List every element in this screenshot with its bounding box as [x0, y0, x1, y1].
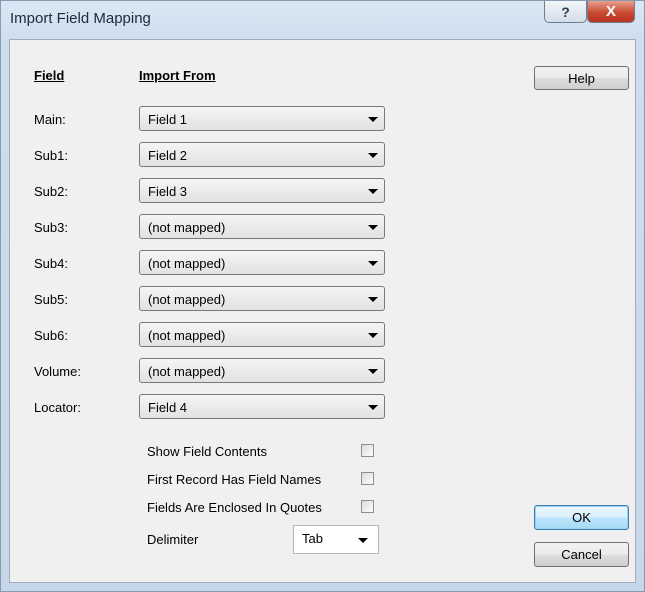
dropdown-arrow-icon	[368, 153, 378, 158]
show-field-contents-checkbox[interactable]	[361, 444, 374, 457]
sub3-label: Sub3:	[34, 220, 68, 235]
dialog-title: Import Field Mapping	[10, 10, 151, 27]
sub5-combo-value: (not mapped)	[148, 292, 226, 307]
sub2-combo[interactable]: Field 3	[139, 178, 385, 203]
locator-label: Locator:	[34, 400, 81, 415]
dropdown-arrow-icon	[368, 333, 378, 338]
volume-label: Volume:	[34, 364, 81, 379]
close-button[interactable]: X	[587, 1, 635, 23]
dropdown-arrow-icon	[368, 369, 378, 374]
sub2-combo-value: Field 3	[148, 184, 188, 199]
delimiter-combo-value: Tab	[302, 531, 323, 546]
volume-combo-value: (not mapped)	[148, 364, 226, 379]
dropdown-arrow-icon	[368, 117, 378, 122]
cancel-button[interactable]: Cancel	[534, 542, 629, 567]
main-combo-value: Field 1	[148, 112, 188, 127]
sub5-combo[interactable]: (not mapped)	[139, 286, 385, 311]
dropdown-arrow-icon	[368, 261, 378, 266]
sub3-combo[interactable]: (not mapped)	[139, 214, 385, 239]
question-mark-icon: ?	[561, 3, 570, 20]
sub5-label: Sub5:	[34, 292, 68, 307]
close-icon: X	[605, 3, 616, 20]
dropdown-arrow-icon	[368, 297, 378, 302]
title-bar: Import Field Mapping ? X	[1, 1, 644, 39]
sub6-combo-value: (not mapped)	[148, 328, 226, 343]
import-from-column-header: Import From	[139, 68, 216, 83]
import-field-mapping-dialog: Import Field Mapping ? X Field Import Fr…	[0, 0, 645, 592]
delimiter-combo[interactable]: Tab	[293, 525, 379, 554]
sub1-combo[interactable]: Field 2	[139, 142, 385, 167]
sub1-label: Sub1:	[34, 148, 68, 163]
main-combo[interactable]: Field 1	[139, 106, 385, 131]
ok-button[interactable]: OK	[534, 505, 629, 530]
first-record-has-field-names-label: First Record Has Field Names	[147, 472, 322, 487]
fields-enclosed-in-quotes-checkbox[interactable]	[361, 500, 374, 513]
fields-enclosed-in-quotes-label: Fields Are Enclosed In Quotes	[147, 500, 322, 515]
main-label: Main:	[34, 112, 66, 127]
sub4-combo-value: (not mapped)	[148, 256, 226, 271]
delimiter-label: Delimiter	[147, 532, 199, 547]
field-column-header: Field	[34, 68, 65, 83]
dropdown-arrow-icon	[368, 189, 378, 194]
sub2-label: Sub2:	[34, 184, 68, 199]
locator-combo[interactable]: Field 4	[139, 394, 385, 419]
sub4-label: Sub4:	[34, 256, 68, 271]
show-field-contents-label: Show Field Contents	[147, 444, 267, 459]
dropdown-arrow-icon	[368, 225, 378, 230]
sub6-label: Sub6:	[34, 328, 68, 343]
dropdown-arrow-icon	[368, 405, 378, 410]
help-button[interactable]: Help	[534, 66, 629, 90]
dialog-body: Field Import From Help Main: Field 1 Sub…	[9, 39, 636, 583]
sub6-combo[interactable]: (not mapped)	[139, 322, 385, 347]
dropdown-arrow-icon	[358, 538, 368, 543]
volume-combo[interactable]: (not mapped)	[139, 358, 385, 383]
sub3-combo-value: (not mapped)	[148, 220, 226, 235]
sub4-combo[interactable]: (not mapped)	[139, 250, 385, 275]
context-help-button[interactable]: ?	[544, 1, 587, 23]
sub1-combo-value: Field 2	[148, 148, 188, 163]
first-record-has-field-names-checkbox[interactable]	[361, 472, 374, 485]
locator-combo-value: Field 4	[148, 400, 188, 415]
